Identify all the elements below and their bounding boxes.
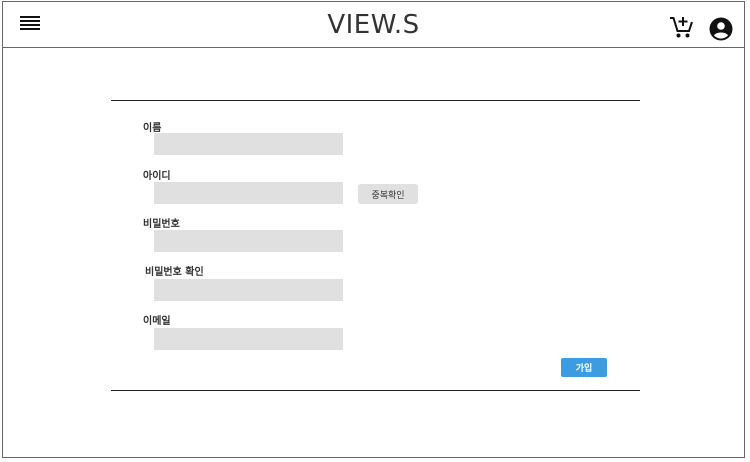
name-input[interactable] — [154, 133, 343, 155]
duplicate-check-button[interactable]: 중복확인 — [358, 184, 418, 204]
account-circle-icon[interactable] — [709, 17, 733, 41]
add-shopping-cart-icon[interactable] — [669, 15, 695, 39]
join-submit-button[interactable]: 가입 — [561, 358, 607, 377]
id-label: 아이디 — [143, 171, 171, 182]
brand-logo[interactable]: VIEW.S — [3, 10, 744, 40]
page-frame: VIEW.S 이름 아이디 중복확인 비밀번호 비밀번호 확인 이메일 가입 — [2, 1, 745, 458]
form-bottom-divider — [111, 390, 640, 391]
name-label: 이름 — [143, 123, 162, 134]
email-input[interactable] — [154, 328, 343, 350]
password-confirm-input[interactable] — [154, 279, 343, 301]
password-label: 비밀번호 — [143, 219, 180, 230]
top-header: VIEW.S — [3, 2, 744, 48]
email-label: 이메일 — [143, 316, 171, 327]
password-input[interactable] — [154, 230, 343, 252]
id-input[interactable] — [154, 182, 343, 204]
password-confirm-label: 비밀번호 확인 — [145, 267, 204, 278]
form-top-divider — [111, 100, 640, 101]
